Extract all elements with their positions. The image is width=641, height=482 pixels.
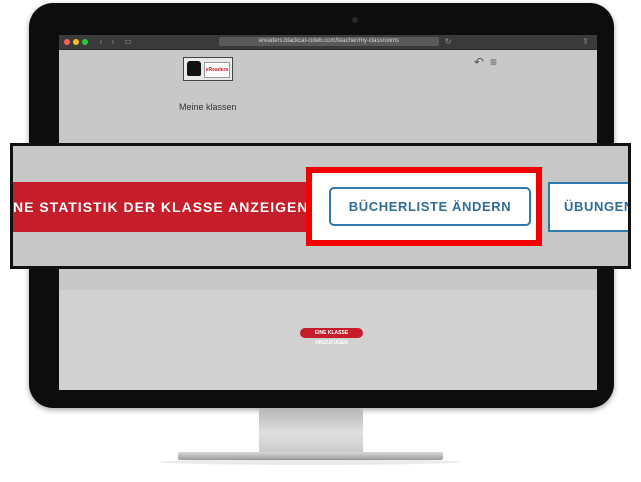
- hamburger-menu-icon[interactable]: ≡: [490, 55, 497, 69]
- zoom-callout: NE STATISTIK DER KLASSE ANZEIGEN BÜCHERL…: [10, 143, 631, 269]
- close-window-icon[interactable]: [64, 39, 70, 45]
- add-class-button[interactable]: EINE KLASSE HINZUFÜGEN: [300, 328, 363, 346]
- undo-icon[interactable]: ↶: [474, 55, 484, 69]
- browser-toolbar: ‹ › ▭ ereaders.blackcat-cideb.com/teache…: [59, 35, 597, 50]
- stand-shadow: [160, 459, 460, 465]
- sidebar-icon[interactable]: ▭: [123, 37, 133, 46]
- camera-dot: [352, 17, 358, 23]
- black-cat-icon: [187, 61, 201, 76]
- reload-icon[interactable]: ↻: [443, 37, 453, 46]
- logo-text: eReaders: [204, 62, 230, 78]
- site-logo[interactable]: eReaders: [183, 57, 233, 81]
- maximize-window-icon[interactable]: [82, 39, 88, 45]
- monitor-stand: [259, 408, 363, 454]
- share-icon[interactable]: ⇪: [582, 37, 589, 46]
- edit-book-list-button[interactable]: BÜCHERLISTE ÄNDERN: [329, 187, 531, 226]
- minimize-window-icon[interactable]: [73, 39, 79, 45]
- forward-arrow-icon[interactable]: ›: [108, 37, 118, 46]
- exercises-button[interactable]: ÜBUNGEN Z: [548, 182, 628, 232]
- back-arrow-icon[interactable]: ‹: [96, 37, 106, 46]
- highlight-box: BÜCHERLISTE ÄNDERN: [306, 167, 542, 246]
- address-bar[interactable]: ereaders.blackcat-cideb.com/teacher/my-c…: [219, 37, 439, 46]
- show-class-statistics-button[interactable]: NE STATISTIK DER KLASSE ANZEIGEN: [13, 182, 308, 232]
- page-title: Meine klassen: [179, 102, 237, 112]
